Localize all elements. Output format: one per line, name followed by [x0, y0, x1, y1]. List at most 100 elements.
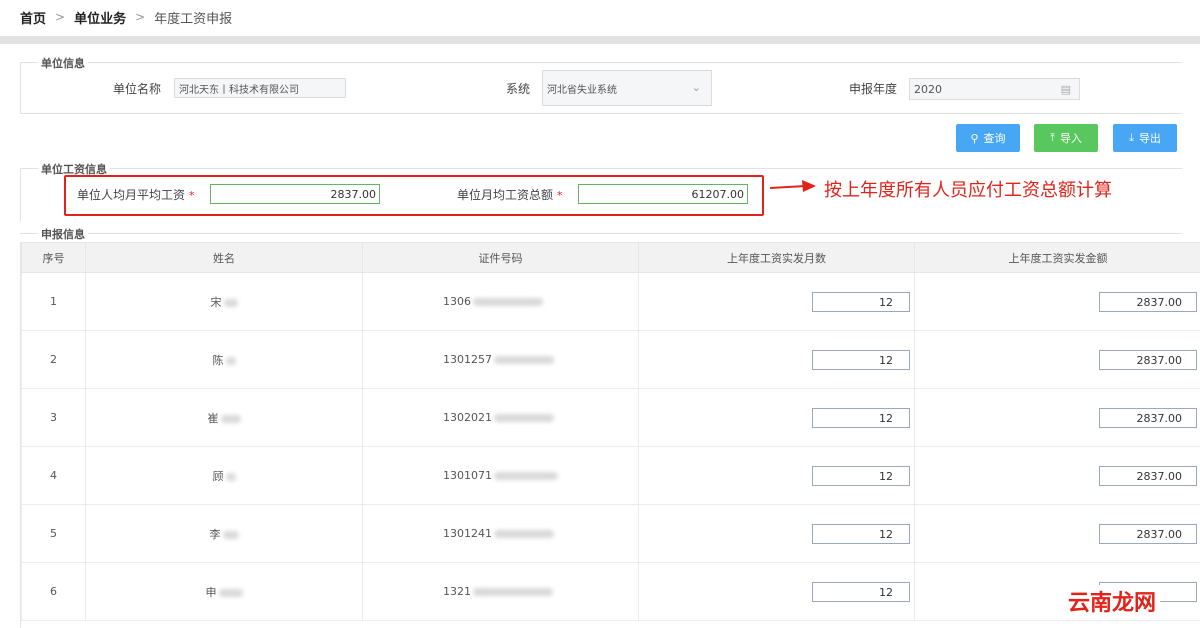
query-button[interactable]: ⚲ 查询	[956, 124, 1020, 152]
table-row: 4 顾 1301071 12 2837.00	[21, 446, 1200, 505]
avg-wage-label: 单位人均月平均工资 *	[77, 186, 195, 203]
column-header-no: 序号	[21, 242, 86, 273]
row-name-text: 宋	[210, 295, 222, 309]
row-months: 12	[638, 388, 915, 447]
redaction-blur	[473, 588, 553, 596]
amount-input[interactable]: 2837.00	[1099, 292, 1197, 312]
report-info-title: 申报信息	[38, 226, 88, 242]
redaction-blur	[218, 588, 243, 597]
row-name-text: 顾	[212, 469, 224, 483]
months-input[interactable]: 12	[812, 292, 910, 312]
row-no: 5	[21, 504, 86, 563]
search-icon: ⚲	[970, 131, 979, 145]
year-picker[interactable]: 2020 ▤	[909, 78, 1080, 100]
breadcrumb: 首页 > 单位业务 > 年度工资申报	[20, 7, 232, 27]
months-input[interactable]: 12	[812, 408, 910, 428]
avg-wage-label-text: 单位人均月平均工资	[77, 188, 186, 202]
row-amount: 2837.00	[914, 388, 1200, 447]
amount-input[interactable]: 2837.00	[1099, 466, 1197, 486]
row-name: 宋	[85, 272, 363, 331]
export-button-label: 导出	[1138, 132, 1161, 145]
row-id: 1301257	[362, 330, 639, 389]
breadcrumb-home-link[interactable]: 首页	[20, 8, 46, 27]
row-name: 申	[85, 562, 363, 621]
row-name: 陈	[85, 330, 363, 389]
year-value: 2020	[914, 82, 942, 96]
amount-input[interactable]: 2837.00	[1099, 408, 1197, 428]
annotation-text: 按上年度所有人员应付工资总额计算	[824, 180, 1112, 201]
total-wage-label-text: 单位月均工资总额	[457, 188, 554, 202]
months-input[interactable]: 12	[812, 582, 910, 602]
row-months: 12	[638, 504, 915, 563]
amount-input[interactable]: 2837.00	[1099, 524, 1197, 544]
table-row: 1 宋 1306 12 2837.00	[21, 272, 1200, 331]
months-input[interactable]: 12	[812, 524, 910, 544]
required-mark: *	[189, 189, 195, 202]
total-wage-input[interactable]: 61207.00	[578, 184, 748, 204]
row-months: 12	[638, 562, 915, 621]
unit-name-value: 河北天东丨科技术有限公司	[179, 84, 299, 96]
months-value: 12	[879, 469, 893, 483]
row-amount: 2837.00	[914, 272, 1200, 331]
row-name: 顾	[85, 446, 363, 505]
months-input[interactable]: 12	[812, 466, 910, 486]
breadcrumb-section-link[interactable]: 单位业务	[74, 8, 126, 27]
redaction-blur	[220, 414, 241, 423]
row-amount: 2837.00	[914, 504, 1200, 563]
months-value: 12	[879, 527, 893, 541]
unit-info-title: 单位信息	[38, 55, 88, 71]
redaction-blur	[494, 530, 554, 538]
amount-input[interactable]: 2837.00	[1099, 350, 1197, 370]
table-row: 6 申 1321 12	[21, 562, 1200, 621]
query-button-label: 查询	[983, 132, 1006, 145]
header-divider	[0, 36, 1200, 44]
calendar-icon: ▤	[1060, 83, 1071, 96]
row-id-text: 1301241	[443, 527, 492, 540]
row-name: 李	[85, 504, 363, 563]
download-icon: ⤓	[1129, 131, 1134, 144]
row-id-text: 1306	[443, 295, 471, 308]
report-info-group	[20, 233, 1182, 242]
row-months: 12	[638, 272, 915, 331]
unit-name-label: 单位名称	[113, 82, 162, 96]
system-select[interactable]: 河北省失业系统 ⌄	[542, 70, 712, 106]
redaction-blur	[225, 472, 236, 481]
row-name: 崔	[85, 388, 363, 447]
total-wage-label: 单位月均工资总额 *	[457, 186, 563, 203]
row-name-text: 陈	[212, 353, 224, 367]
months-value: 12	[879, 295, 893, 309]
row-id-text: 1321	[443, 585, 471, 598]
table-row: 2 陈 1301257 12 2837.00	[21, 330, 1200, 389]
amount-value: 2837.00	[1136, 469, 1183, 483]
table-row: 5 李 1301241 12 2837.00	[21, 504, 1200, 563]
import-button[interactable]: ⤒ 导入	[1034, 124, 1098, 152]
row-name-text: 申	[205, 585, 217, 599]
months-value: 12	[879, 585, 893, 599]
export-button[interactable]: ⤓ 导出	[1113, 124, 1177, 152]
avg-wage-input[interactable]: 2837.00	[210, 184, 380, 204]
row-id-text: 1301071	[443, 469, 492, 482]
column-header-amount: 上年度工资实发金额	[914, 242, 1200, 273]
chevron-down-icon: ⌄	[691, 81, 701, 94]
column-header-months: 上年度工资实发月数	[638, 242, 915, 273]
redaction-blur	[494, 472, 558, 480]
amount-value: 2837.00	[1136, 353, 1183, 367]
redaction-blur	[222, 530, 239, 539]
total-wage-value: 61207.00	[691, 187, 745, 201]
breadcrumb-separator: >	[135, 10, 146, 24]
breadcrumb-current: 年度工资申报	[154, 11, 233, 27]
row-no: 3	[21, 388, 86, 447]
amount-value: 2837.00	[1136, 411, 1183, 425]
redaction-blur	[223, 298, 238, 307]
row-name-text: 李	[209, 527, 221, 541]
row-id-text: 1301257	[443, 353, 492, 366]
column-header-name: 姓名	[85, 242, 363, 273]
redaction-blur	[494, 356, 554, 364]
amount-value: 2837.00	[1136, 527, 1183, 541]
months-input[interactable]: 12	[812, 350, 910, 370]
table-header-row: 序号 姓名 证件号码 上年度工资实发月数 上年度工资实发金额	[21, 242, 1200, 273]
months-value: 12	[879, 411, 893, 425]
unit-name-field: 河北天东丨科技术有限公司	[174, 78, 346, 98]
redaction-blur	[225, 356, 236, 365]
upload-icon: ⤒	[1050, 131, 1055, 144]
